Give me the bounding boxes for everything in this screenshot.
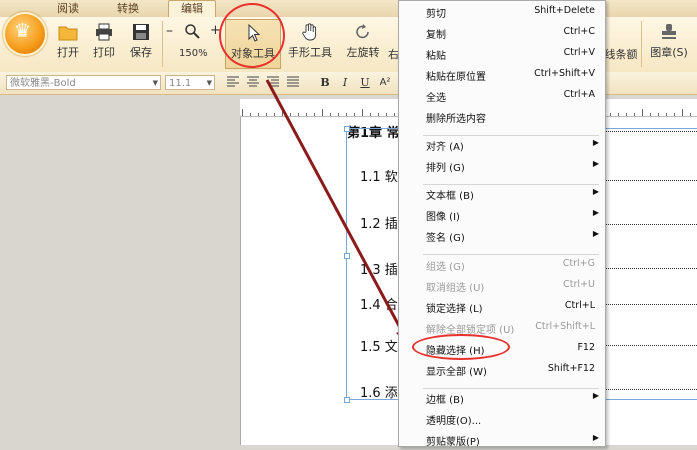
- menu-item-label: 复制: [426, 30, 446, 41]
- menu-item-label: 图像 (I): [426, 212, 460, 223]
- menu-item[interactable]: 显示全部 (W) Shift+F12: [399, 359, 605, 380]
- menu-item-label: 粘贴在原位置: [426, 72, 486, 83]
- menu-item[interactable]: 锁定选择 (L) Ctrl+L: [399, 296, 605, 317]
- menu-item[interactable]: 删除所选内容: [399, 106, 605, 127]
- menu-item-label: 粘贴: [426, 51, 446, 62]
- menu-item-label: 取消组选 (U): [426, 283, 485, 294]
- menu-item-shortcut: F12: [577, 342, 595, 353]
- menu-item-label: 排列 (G): [426, 163, 465, 174]
- menu-item-label: 文本框 (B): [426, 191, 474, 202]
- menu-item[interactable]: 文本框 (B) ▶: [399, 183, 605, 204]
- submenu-arrow-icon: ▶: [592, 187, 599, 196]
- highlight-circle-hide-selection: [412, 334, 510, 360]
- menu-item[interactable]: 粘贴在原位置 Ctrl+Shift+V: [399, 64, 605, 85]
- menu-item-label: 锁定选择 (L): [426, 304, 483, 315]
- menu-item[interactable]: 透明度(O)...: [399, 408, 605, 429]
- menu-item-shortcut: Ctrl+V: [563, 47, 595, 58]
- highlight-circle-object-tool: [219, 3, 285, 68]
- menu-item-label: 边框 (B): [426, 395, 464, 406]
- menu-item-shortcut: Ctrl+U: [563, 279, 595, 290]
- menu-item-shortcut: Ctrl+C: [563, 26, 596, 37]
- menu-item: 组选 (G) Ctrl+G: [399, 254, 605, 275]
- submenu-arrow-icon: ▶: [592, 208, 599, 217]
- menu-item-shortcut: Ctrl+L: [564, 300, 595, 311]
- menu-item-label: 组选 (G): [426, 262, 465, 273]
- menu-item-shortcut: Ctrl+A: [563, 89, 595, 100]
- menu-item-label: 删除所选内容: [426, 114, 486, 125]
- menu-item-shortcut: Ctrl+Shift+L: [535, 321, 595, 332]
- submenu-arrow-icon: ▶: [592, 229, 599, 238]
- submenu-arrow-icon: ▶: [592, 159, 599, 168]
- menu-item-label: 剪贴蒙版(P): [426, 437, 480, 448]
- menu-item[interactable]: 图像 (I) ▶: [399, 204, 605, 225]
- menu-item-shortcut: Ctrl+Shift+V: [534, 68, 595, 79]
- menu-item-shortcut: Ctrl+G: [562, 258, 595, 269]
- submenu-arrow-icon: ▶: [592, 138, 599, 147]
- menu-item[interactable]: 复制 Ctrl+C: [399, 22, 605, 43]
- menu-item[interactable]: 全选 Ctrl+A: [399, 85, 605, 106]
- menu-item[interactable]: 对齐 (A) ▶: [399, 134, 605, 155]
- menu-item-label: 剪切: [426, 9, 446, 20]
- menu-item[interactable]: 排列 (G) ▶: [399, 155, 605, 176]
- menu-item-label: 签名 (G): [426, 233, 465, 244]
- submenu-arrow-icon: ▶: [592, 391, 599, 400]
- menu-item-shortcut: Shift+Delete: [534, 5, 595, 16]
- menu-item[interactable]: 剪切 Shift+Delete: [399, 1, 605, 22]
- menu-item[interactable]: 签名 (G) ▶: [399, 225, 605, 246]
- menu-item-label: 全选: [426, 93, 446, 104]
- context-menu: 剪切 Shift+Delete 复制 Ctrl+C 粘贴 Ctrl+V 粘贴在原位置 Ctrl…: [398, 0, 606, 450]
- menu-item: 解除全部锁定项 (U) Ctrl+Shift+L: [399, 317, 605, 338]
- menu-item-label: 对齐 (A): [426, 142, 464, 153]
- menu-item-label: 透明度(O)...: [426, 416, 482, 427]
- menu-item[interactable]: 边框 (B) ▶: [399, 387, 605, 408]
- menu-item[interactable]: 剪贴蒙版(P) ▶: [399, 429, 605, 450]
- submenu-arrow-icon: ▶: [592, 433, 599, 442]
- menu-item[interactable]: 粘贴 Ctrl+V: [399, 43, 605, 64]
- menu-item-shortcut: Shift+F12: [547, 363, 595, 374]
- menu-item-label: 显示全部 (W): [426, 367, 487, 378]
- menu-item: 取消组选 (U) Ctrl+U: [399, 275, 605, 296]
